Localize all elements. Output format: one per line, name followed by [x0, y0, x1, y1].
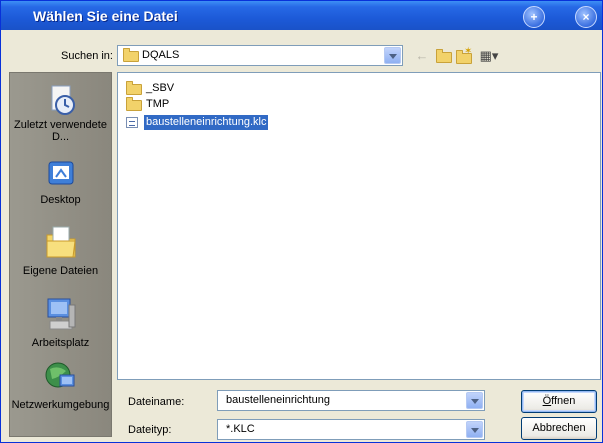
cancel-button[interactable]: Abbrechen [521, 417, 597, 440]
chevron-down-icon[interactable] [466, 421, 483, 438]
folder-icon [126, 81, 142, 95]
window-title: Wählen Sie eine Datei [33, 8, 178, 24]
place-my-computer[interactable]: Arbeitsplatz [10, 295, 111, 349]
filename-value: baustelleneinrichtung [226, 394, 330, 406]
my-documents-icon [44, 221, 78, 263]
filetype-label: Dateityp: [128, 424, 172, 436]
chevron-down-icon[interactable] [466, 392, 483, 409]
place-desktop[interactable]: Desktop [10, 158, 111, 206]
place-my-documents[interactable]: Eigene Dateien [10, 221, 111, 277]
place-label: Netzwerkumgebung [11, 399, 110, 411]
new-folder-icon[interactable]: ✶ [455, 46, 473, 65]
open-label-rest: ffnen [551, 395, 576, 407]
recent-documents-icon [44, 83, 78, 117]
network-icon [44, 359, 78, 397]
filetype-select[interactable]: *.KLC [217, 419, 485, 440]
file-name: _SBV [146, 82, 175, 94]
filename-label: Dateiname: [128, 396, 185, 408]
filetype-value: *.KLC [226, 423, 255, 435]
place-label: Arbeitsplatz [31, 337, 90, 349]
lookin-dropdown[interactable]: DQALS [117, 45, 403, 66]
desktop-icon [44, 158, 78, 192]
file-name: TMP [146, 98, 170, 110]
place-label: Desktop [40, 194, 81, 206]
place-network[interactable]: Netzwerkumgebung [10, 359, 111, 411]
file-name: baustelleneinrichtung.klc [144, 115, 269, 130]
place-label: Eigene Dateien [22, 265, 99, 277]
help-icon[interactable]: + [523, 6, 545, 28]
folder-icon [126, 97, 142, 111]
my-computer-icon [44, 295, 78, 335]
lookin-value: DQALS [142, 49, 180, 61]
place-label: Zuletzt verwendete D... [14, 119, 107, 143]
back-icon[interactable]: ← [413, 47, 431, 65]
up-folder-shape [436, 49, 452, 63]
file-open-dialog: Wählen Sie eine Datei + × Suchen in: DQA… [0, 0, 603, 443]
filename-input[interactable]: baustelleneinrichtung [217, 390, 485, 411]
new-star-icon: ✶ [464, 46, 473, 57]
folder-icon [123, 48, 139, 62]
place-recent[interactable]: Zuletzt verwendete D... [10, 83, 111, 143]
chevron-down-icon[interactable] [384, 47, 401, 64]
open-accesskey: Ö [542, 395, 552, 407]
open-button[interactable]: Öffnen [521, 390, 597, 413]
title-bar[interactable]: Wählen Sie eine Datei + × [1, 1, 602, 30]
close-icon[interactable]: × [575, 6, 597, 28]
view-menu-icon[interactable]: ▦▾ [477, 47, 501, 65]
up-folder-icon[interactable] [434, 47, 452, 65]
places-bar: Zuletzt verwendete D... Desktop Eigene D… [9, 72, 112, 437]
document-icon [126, 117, 138, 128]
lookin-label: Suchen in: [61, 50, 113, 62]
file-list[interactable]: _SBV TMP baustelleneinrichtung.klc [117, 72, 601, 380]
